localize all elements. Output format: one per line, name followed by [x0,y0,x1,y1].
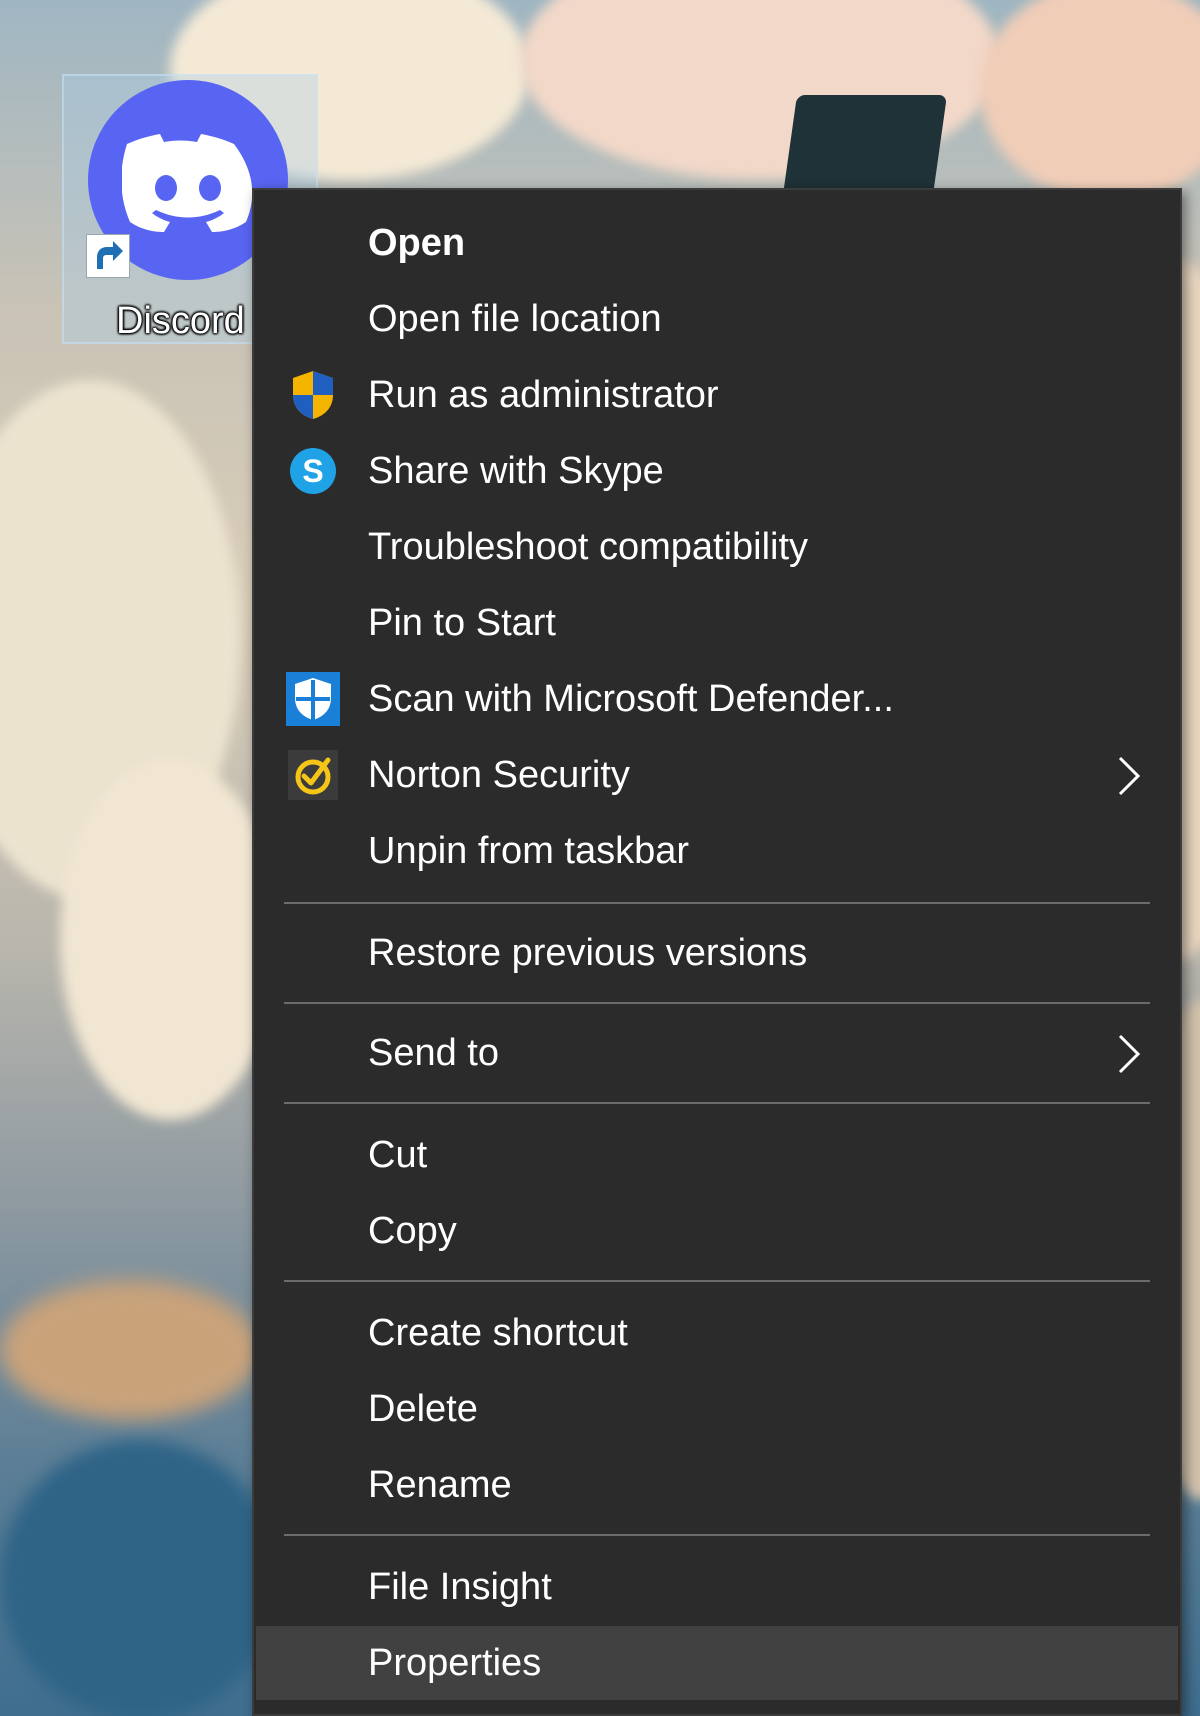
menu-item-label: Troubleshoot compatibility [368,525,809,568]
menu-item-open-file-location[interactable]: Open file location [256,282,1178,356]
menu-item-label: Properties [368,1641,542,1684]
menu-separator [284,1534,1150,1536]
menu-item-pin-to-start[interactable]: Pin to Start [256,586,1178,660]
chevron-right-icon [1108,754,1148,798]
chevron-right-icon [1108,1032,1148,1076]
menu-item-label: Scan with Microsoft Defender... [368,677,894,720]
skype-icon: S [286,444,340,498]
menu-item-label: Create shortcut [368,1311,628,1354]
menu-item-label: Open [368,221,466,264]
menu-item-properties[interactable]: Properties [256,1626,1178,1700]
context-menu: Open Open file location Run as administr… [252,188,1182,1716]
menu-item-rename[interactable]: Rename [256,1448,1178,1522]
menu-item-open[interactable]: Open [256,206,1178,280]
uac-shield-icon [286,368,340,422]
svg-text:S: S [302,453,323,489]
menu-item-copy[interactable]: Copy [256,1194,1178,1268]
menu-item-label: Share with Skype [368,449,664,492]
shortcut-arrow-icon [86,234,130,278]
menu-item-label: Norton Security [368,753,630,796]
menu-item-delete[interactable]: Delete [256,1372,1178,1446]
menu-item-troubleshoot-compatibility[interactable]: Troubleshoot compatibility [256,510,1178,584]
norton-icon [286,748,340,802]
menu-item-label: Run as administrator [368,373,719,416]
menu-item-share-with-skype[interactable]: S Share with Skype [256,434,1178,508]
menu-item-scan-with-defender[interactable]: Scan with Microsoft Defender... [256,662,1178,736]
menu-item-label: Send to [368,1031,499,1074]
menu-item-label: Unpin from taskbar [368,829,690,872]
menu-item-label: Rename [368,1463,512,1506]
menu-separator [284,902,1150,904]
menu-separator [284,1002,1150,1004]
defender-shield-icon [286,672,340,726]
menu-item-cut[interactable]: Cut [256,1118,1178,1192]
menu-item-label: Pin to Start [368,601,556,644]
menu-item-label: Restore previous versions [368,931,808,974]
menu-item-restore-previous-versions[interactable]: Restore previous versions [256,916,1178,990]
menu-item-label: Copy [368,1209,457,1252]
menu-separator [284,1280,1150,1282]
menu-item-norton-security[interactable]: Norton Security [256,738,1178,812]
menu-item-label: Open file location [368,297,662,340]
menu-item-label: Delete [368,1387,478,1430]
menu-item-unpin-from-taskbar[interactable]: Unpin from taskbar [256,814,1178,888]
menu-item-send-to[interactable]: Send to [256,1016,1178,1090]
menu-item-create-shortcut[interactable]: Create shortcut [256,1296,1178,1370]
menu-separator [284,1102,1150,1104]
menu-item-label: Cut [368,1133,428,1176]
menu-item-file-insight[interactable]: File Insight [256,1550,1178,1624]
menu-item-run-as-administrator[interactable]: Run as administrator [256,358,1178,432]
menu-item-label: File Insight [368,1565,552,1608]
desktop-icon-label: Discord [116,300,245,342]
